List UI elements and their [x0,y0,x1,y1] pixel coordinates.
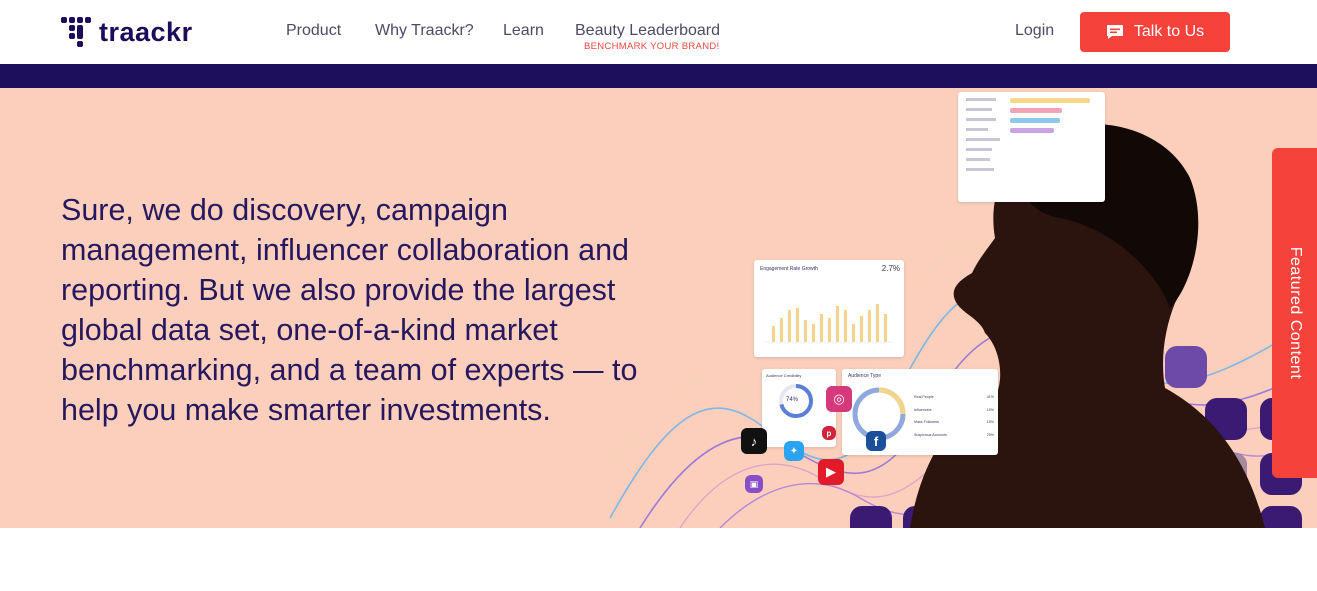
nav-divider-band [0,64,1317,88]
hero-section: Sure, we do discovery, campaign manageme… [0,88,1317,528]
featured-content-label: Featured Content [1286,246,1304,380]
nav-why-traackr[interactable]: Why Traackr? [375,22,474,40]
facebook-icon: f [866,431,886,451]
instagram-icon: ◎ [826,386,852,412]
nav-product[interactable]: Product [286,22,341,40]
twitter-icon: ✦ [784,441,804,461]
tiktok-icon: ♪ [741,428,767,454]
chat-icon [1106,25,1123,39]
twitch-icon: ▣ [745,475,763,493]
engagement-rate-card: Engagement Rate Growth 2.7% [754,260,904,357]
top-nav: traackr Product Why Traackr? Learn Beaut… [0,0,1317,64]
logo-text: traackr [99,16,193,47]
logo-mark-icon [61,15,95,49]
nav-beauty-leaderboard[interactable]: Beauty Leaderboard [575,22,720,40]
pinterest-icon: p [822,426,836,440]
leaderboard-card [958,92,1105,202]
featured-content-tab[interactable]: Featured Content [1272,148,1317,478]
traackr-logo[interactable]: traackr [61,14,193,50]
talk-to-us-button[interactable]: Talk to Us [1080,12,1230,52]
nav-learn[interactable]: Learn [503,22,544,40]
login-link[interactable]: Login [1015,22,1054,40]
talk-to-us-label: Talk to Us [1133,23,1205,40]
youtube-icon: ▶ [818,459,844,485]
nav-beauty-leaderboard-sublabel: BENCHMARK YOUR BRAND! [584,41,720,52]
